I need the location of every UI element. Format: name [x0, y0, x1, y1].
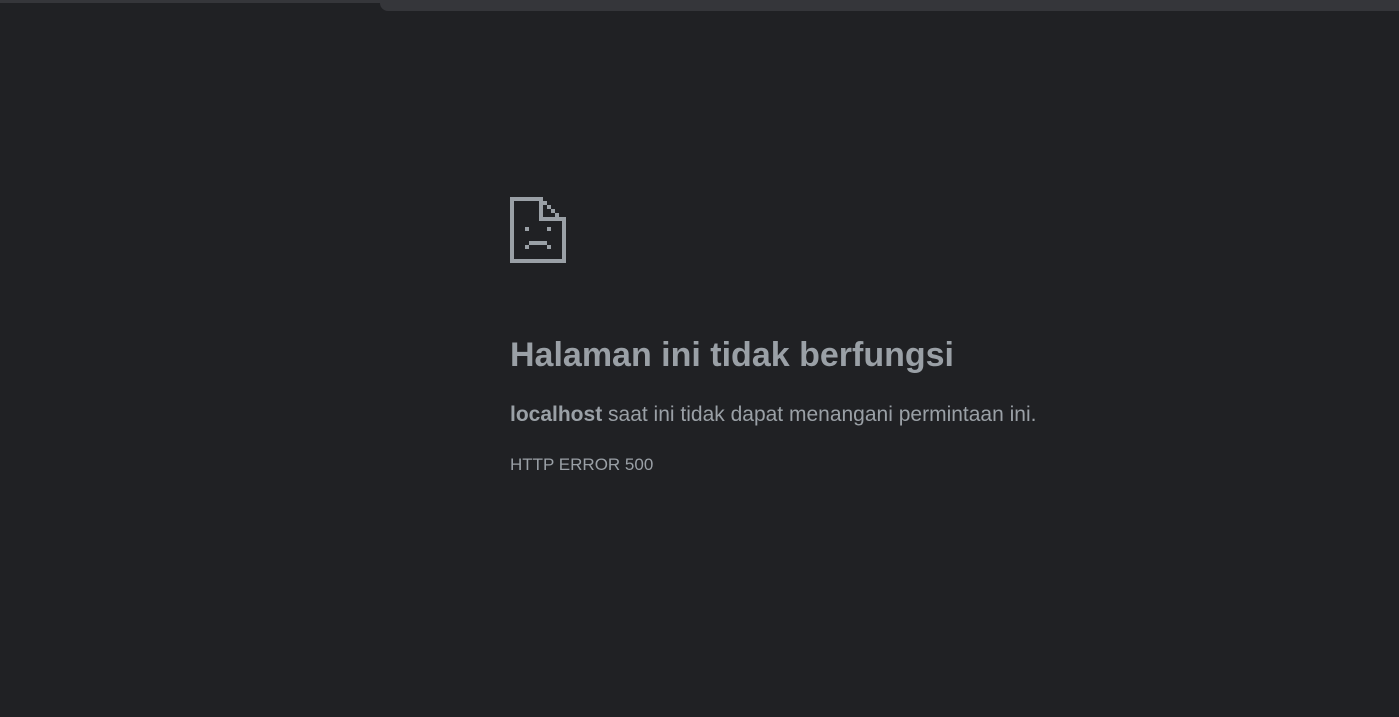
browser-top-strip — [0, 0, 1399, 11]
error-host: localhost — [510, 403, 603, 426]
browser-toolbar-edge-right — [380, 0, 1399, 11]
error-headline: Halaman ini tidak berfungsi — [510, 336, 954, 374]
error-message: saat ini tidak dapat menangani permintaa… — [602, 403, 1037, 426]
sad-file-icon — [510, 197, 566, 263]
browser-toolbar-edge-left — [0, 0, 380, 3]
error-description: localhost saat ini tidak dapat menangani… — [510, 402, 1210, 428]
error-code: HTTP ERROR 500 — [510, 455, 654, 474]
error-content: Halaman ini tidak berfungsi localhost sa… — [510, 197, 1210, 475]
